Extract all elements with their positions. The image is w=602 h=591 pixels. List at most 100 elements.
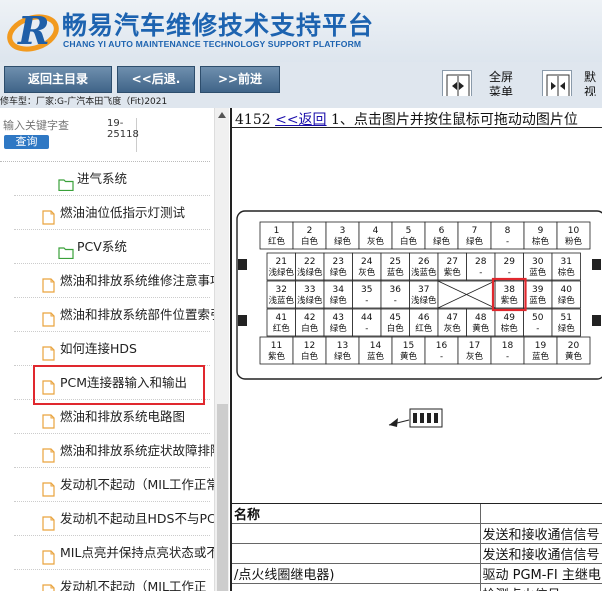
pin-number: 43 xyxy=(333,313,344,323)
tree-item-label: 燃油和排放系统症状故障排除 xyxy=(60,443,214,458)
pin-number: 51 xyxy=(561,313,572,323)
pin-number: 25 xyxy=(390,257,401,267)
scroll-up-arrow-icon[interactable] xyxy=(218,112,226,118)
pin-number: 2 xyxy=(307,226,313,236)
pin-color: 浅蓝色 xyxy=(268,295,294,306)
search-code: 19- 25118 xyxy=(107,118,139,152)
pin-color: 粉色 xyxy=(565,236,583,247)
home-button[interactable]: 返回主目录 xyxy=(4,66,112,93)
pin-color: 蓝色 xyxy=(532,351,550,362)
table-header-row: 名称 xyxy=(232,504,602,524)
tree-folder[interactable]: PCV系统 xyxy=(0,232,214,262)
pin-number: 6 xyxy=(439,226,445,236)
pin-number: 1 xyxy=(274,226,280,236)
pin-number: 37 xyxy=(418,285,429,295)
pin-color: 紫色 xyxy=(444,267,462,278)
pin-number: 7 xyxy=(472,226,478,236)
pin-color: 白色 xyxy=(387,323,405,334)
pin-color: 红色 xyxy=(415,323,433,334)
tree-item-label: 发动机不起动且HDS不与PCM xyxy=(60,511,214,526)
pin-number: 9 xyxy=(538,226,544,236)
left-scrollbar[interactable] xyxy=(214,108,229,591)
pin-number: 21 xyxy=(276,257,287,267)
document-icon xyxy=(42,478,55,500)
back-button[interactable]: <<后退. xyxy=(117,66,195,93)
pin-color: - xyxy=(506,237,509,247)
pin-color: - xyxy=(365,296,368,306)
tree-item-label: 进气系统 xyxy=(77,171,128,186)
folder-icon xyxy=(58,240,74,262)
forward-button[interactable]: >>前进 xyxy=(200,66,280,93)
pin-number: 16 xyxy=(436,341,448,351)
pin-number: 31 xyxy=(561,257,572,267)
table-row: /点火线圈继电器) 驱动 PGM-FI 主继电 xyxy=(232,563,602,584)
pin-number: 20 xyxy=(568,341,580,351)
pin-number: 19 xyxy=(535,341,547,351)
pin-color: 灰色 xyxy=(466,351,484,362)
logo-icon: R xyxy=(7,8,59,53)
search-button[interactable]: 查询 xyxy=(4,135,49,149)
table-cell-name: /点火线圈继电器) xyxy=(232,563,481,584)
svg-text:R: R xyxy=(17,8,50,53)
table-cell xyxy=(480,504,602,524)
scroll-thumb[interactable] xyxy=(217,404,228,591)
pointer-arrow-icon xyxy=(389,418,398,427)
tree-doc[interactable]: 发动机不起动（MIL工作正常 xyxy=(0,470,214,500)
pin-number: 5 xyxy=(406,226,412,236)
tree-item-label: 发动机不起动（MIL工作正常 xyxy=(60,477,214,492)
pin-color: 白色 xyxy=(301,323,319,334)
tree-doc[interactable]: 燃油和排放系统部件位置索引 xyxy=(0,300,214,330)
pin-number: 23 xyxy=(333,257,344,267)
tree-doc[interactable]: 发动机不起动（MIL工作正 xyxy=(0,572,214,591)
pin-color: 红色 xyxy=(268,236,286,247)
app-header: R 畅易汽车维修技术支持平台 CHANG YI AUTO MAINTENANCE… xyxy=(0,0,602,62)
tree-separator xyxy=(14,195,210,196)
pin-number: 15 xyxy=(403,341,414,351)
tree-doc[interactable]: 发动机不起动且HDS不与PCM xyxy=(0,504,214,534)
tree-doc[interactable]: 燃油和排放系统维修注意事项 xyxy=(0,266,214,296)
tree-doc[interactable]: MIL点亮并保持点亮状态或不 xyxy=(0,538,214,568)
table-cell-desc: 驱动 PGM-FI 主继电 xyxy=(480,563,602,584)
document-icon xyxy=(42,580,55,591)
pin-number: 45 xyxy=(390,313,401,323)
pin-color: - xyxy=(394,296,397,306)
pin-color: 棕色 xyxy=(501,323,519,334)
document-icon xyxy=(42,512,55,534)
pin-color: 蓝色 xyxy=(367,351,385,362)
pin-color: 绿色 xyxy=(330,267,348,278)
pcm-connector-diagram[interactable]: 1红色2白色3绿色4灰色5白色6绿色7绿色8-9棕色10粉色21浅绿色22浅绿色… xyxy=(234,210,602,500)
tree-divider xyxy=(0,161,210,162)
tree-doc[interactable]: 如何连接HDS xyxy=(0,334,214,364)
pin-number: 46 xyxy=(418,313,430,323)
latch-left-bottom xyxy=(238,315,247,326)
document-icon xyxy=(42,308,55,330)
pin-color: 蓝色 xyxy=(387,267,405,278)
pin-number: 17 xyxy=(469,341,480,351)
tree-item-label: 燃油和排放系统部件位置索引 xyxy=(60,307,214,322)
pin-color: 绿色 xyxy=(330,323,348,334)
pin-color: 白色 xyxy=(400,236,418,247)
table-cell-desc: 检测点火信号 xyxy=(480,583,602,591)
pin-number: 42 xyxy=(304,313,315,323)
pin-number: 50 xyxy=(532,313,544,323)
pin-color: 灰色 xyxy=(367,236,385,247)
tree-doc[interactable]: 燃油和排放系统电路图 xyxy=(0,402,214,432)
tree-doc[interactable]: 燃油油位低指示灯测试 xyxy=(0,198,214,228)
pin-color: 绿色 xyxy=(334,236,352,247)
mini-connector-pin xyxy=(413,413,417,423)
pin-number: 44 xyxy=(361,313,373,323)
pin-color: 黄色 xyxy=(565,351,583,362)
pin-color: - xyxy=(479,268,482,278)
pin-color: 灰色 xyxy=(444,323,462,334)
back-link[interactable]: <<返回 xyxy=(275,112,326,128)
search-input[interactable] xyxy=(3,115,103,135)
document-icon xyxy=(42,410,55,432)
tree-doc[interactable]: 燃油和排放系统症状故障排除 xyxy=(0,436,214,466)
pin-number: 10 xyxy=(568,226,580,236)
table-row: 检测点火信号 xyxy=(232,583,602,591)
pin-color: - xyxy=(440,352,443,362)
pin-color: 绿色 xyxy=(558,323,576,334)
tree-separator xyxy=(14,263,210,264)
tree-folder[interactable]: 进气系统 xyxy=(0,164,214,194)
doc-header-line: 4152 <<返回 1、点击图片并按住鼠标可拖动动图片位 xyxy=(235,109,578,129)
